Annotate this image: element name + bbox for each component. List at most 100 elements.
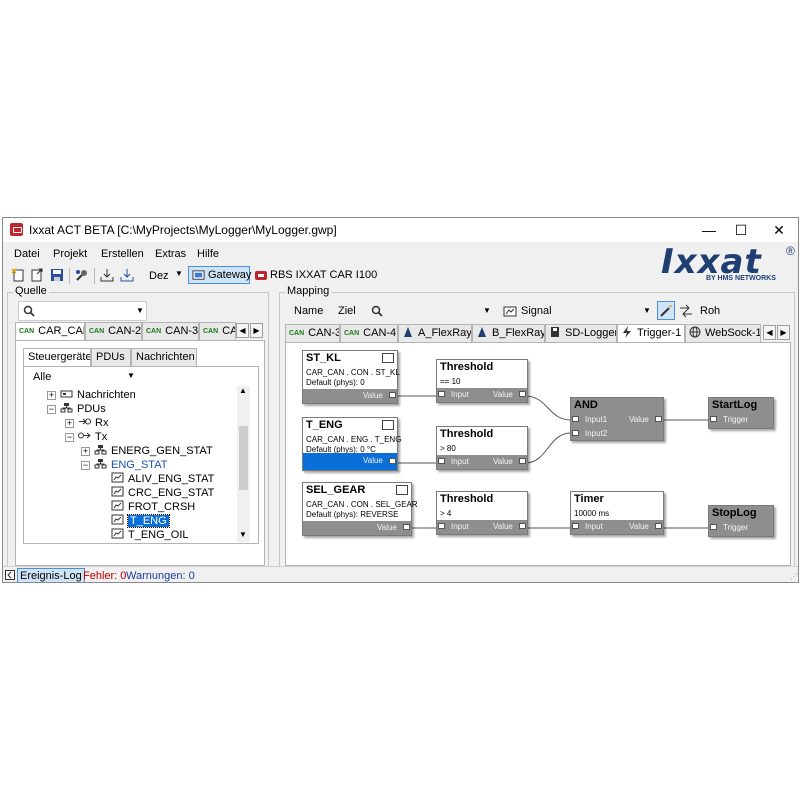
input-port[interactable] bbox=[572, 430, 579, 436]
minimize-button[interactable]: — bbox=[691, 218, 727, 242]
tab-scroll-left-button[interactable]: ◀ bbox=[236, 323, 249, 338]
output-port[interactable] bbox=[519, 458, 526, 464]
event-log-tab[interactable]: Ereignis-Log bbox=[17, 568, 85, 582]
expander-icon[interactable]: − bbox=[65, 433, 74, 442]
save-icon[interactable] bbox=[50, 268, 64, 282]
output-port[interactable] bbox=[655, 523, 662, 529]
input-port[interactable] bbox=[438, 523, 445, 529]
input-port[interactable] bbox=[710, 416, 717, 422]
title-bar[interactable]: Ixxat ACT BETA [C:\MyProjects\MyLogger\M… bbox=[3, 218, 798, 242]
filter-select[interactable]: Alle ▼ bbox=[29, 369, 139, 385]
close-button[interactable]: ✕ bbox=[761, 218, 797, 242]
tab-can-3[interactable]: CAN CAN-3 bbox=[285, 324, 340, 342]
tab-car-can[interactable]: CANCAR_CAN bbox=[15, 322, 85, 341]
trigger-canvas[interactable]: ST_KL CAR_CAN . CON . ST_KL Default (phy… bbox=[285, 342, 791, 566]
output-port[interactable] bbox=[389, 458, 396, 464]
tree-item[interactable]: CRC_ENG_STAT bbox=[111, 486, 214, 500]
node-default-value: Default (phys): REVERSE bbox=[306, 510, 399, 519]
maximize-button[interactable]: ☐ bbox=[723, 218, 759, 242]
tab-websock-1[interactable]: WebSock-1 bbox=[685, 324, 761, 342]
signal-node-st-kl[interactable]: ST_KL CAR_CAN . CON . ST_KL Default (phy… bbox=[302, 350, 400, 404]
auto-layout-button[interactable] bbox=[657, 301, 675, 320]
expander-icon[interactable]: − bbox=[47, 405, 56, 414]
menu-erstellen[interactable]: Erstellen bbox=[101, 248, 144, 260]
tab-nachrichten[interactable]: Nachrichten bbox=[131, 348, 197, 366]
expander-icon[interactable]: + bbox=[65, 419, 74, 428]
upload-to-device-icon[interactable] bbox=[120, 268, 134, 282]
open-project-icon[interactable] bbox=[30, 268, 44, 282]
menu-projekt[interactable]: Projekt bbox=[53, 248, 87, 260]
new-project-icon[interactable] bbox=[11, 268, 25, 282]
expander-icon[interactable]: + bbox=[47, 391, 56, 400]
input-port[interactable] bbox=[710, 524, 717, 530]
signal-select[interactable]: Signal ▼ bbox=[501, 302, 654, 320]
format-select[interactable]: Dez ▼ bbox=[146, 267, 184, 284]
scrollbar-thumb[interactable] bbox=[239, 426, 248, 490]
expander-icon[interactable]: − bbox=[81, 461, 90, 470]
tree-item[interactable]: ALIV_ENG_STAT bbox=[111, 472, 214, 486]
gateway-button[interactable]: Gateway bbox=[188, 266, 251, 284]
tab-trigger-1[interactable]: Trigger-1 bbox=[617, 324, 685, 343]
tab-can-4[interactable]: CANCAN bbox=[199, 322, 236, 340]
menu-datei[interactable]: Datei bbox=[14, 248, 40, 260]
resize-grip-icon[interactable]: ⋰ bbox=[790, 572, 798, 581]
signal-node-sel-gear[interactable]: SEL_GEAR CAR_CAN . CON . SEL_GEAR Defaul… bbox=[302, 482, 418, 536]
tree-item[interactable]: + Nachrichten bbox=[47, 388, 136, 402]
tab-a-flexray[interactable]: A_FlexRay bbox=[398, 324, 472, 342]
output-port[interactable] bbox=[403, 524, 410, 530]
build-icon[interactable] bbox=[75, 268, 89, 282]
node-title: Threshold bbox=[440, 493, 494, 505]
tab-scroll-right-button[interactable]: ▶ bbox=[777, 325, 790, 340]
threshold-node-1[interactable]: Threshold == 10 Input Value bbox=[436, 359, 528, 403]
quelle-search[interactable]: ▼ bbox=[18, 301, 147, 321]
chevron-down-icon: ▼ bbox=[136, 306, 144, 315]
name-column-button[interactable]: Name bbox=[294, 305, 323, 317]
input-port[interactable] bbox=[438, 391, 445, 397]
threshold-node-3[interactable]: Threshold > 4 Input Value bbox=[436, 491, 528, 535]
tree-item[interactable]: T_ENG_OIL bbox=[111, 528, 189, 542]
swap-arrows-icon[interactable] bbox=[679, 304, 693, 318]
mapping-search[interactable]: ▼ bbox=[369, 302, 495, 320]
tab-scroll-left-button[interactable]: ◀ bbox=[763, 325, 776, 340]
ziel-column-button[interactable]: Ziel bbox=[338, 305, 356, 317]
tab-scroll-right-button[interactable]: ▶ bbox=[250, 323, 263, 338]
menu-hilfe[interactable]: Hilfe bbox=[197, 248, 219, 260]
tab-can-2[interactable]: CAN CAN-2 bbox=[85, 322, 142, 340]
tree-scrollbar[interactable]: ▲ ▼ bbox=[237, 386, 250, 542]
tree-item[interactable]: + ENERG_GEN_STAT bbox=[81, 444, 213, 458]
tab-can-3[interactable]: CAN CAN-3 bbox=[142, 322, 199, 340]
panel-toggle-icon[interactable] bbox=[5, 570, 15, 580]
output-port[interactable] bbox=[389, 392, 396, 398]
signal-node-t-eng[interactable]: T_ENG CAR_CAN . ENG . T_ENG Default (phy… bbox=[302, 417, 401, 471]
tab-b-flexray[interactable]: B_FlexRay bbox=[472, 324, 545, 342]
expander-icon[interactable]: + bbox=[81, 447, 90, 456]
input-port[interactable] bbox=[572, 416, 579, 422]
output-port[interactable] bbox=[655, 416, 662, 422]
tree-item[interactable]: − PDUs bbox=[47, 402, 106, 416]
output-port[interactable] bbox=[519, 523, 526, 529]
input-port[interactable] bbox=[572, 523, 579, 529]
and-node-body: Input1 Input2 Value bbox=[571, 413, 663, 442]
tree-item-selected[interactable]: T_ENG bbox=[111, 514, 170, 528]
tree-item[interactable]: − Tx bbox=[65, 430, 107, 444]
startlog-node[interactable]: StartLog Trigger bbox=[708, 397, 774, 429]
timer-node[interactable]: Timer 10000 ms Input Value bbox=[570, 491, 664, 535]
and-node[interactable]: AND Input1 Input2 Value bbox=[570, 397, 664, 441]
tree-item-label: ENERG_GEN_STAT bbox=[111, 445, 213, 457]
output-port[interactable] bbox=[519, 391, 526, 397]
scroll-down-icon[interactable]: ▼ bbox=[239, 530, 247, 539]
tab-pdus[interactable]: PDUs bbox=[91, 348, 131, 366]
tab-sd-logger[interactable]: SD-Logger bbox=[545, 324, 617, 342]
tree-item[interactable]: − ENG_STAT bbox=[81, 458, 167, 472]
input-port[interactable] bbox=[438, 458, 445, 464]
roh-button[interactable]: Roh bbox=[700, 305, 720, 317]
menu-extras[interactable]: Extras bbox=[155, 248, 186, 260]
stoplog-node[interactable]: StopLog Trigger bbox=[708, 505, 774, 537]
scroll-up-icon[interactable]: ▲ bbox=[239, 386, 247, 395]
threshold-node-2[interactable]: Threshold > 80 Input Value bbox=[436, 426, 528, 470]
tab-can-4[interactable]: CAN CAN-4 bbox=[340, 324, 398, 342]
tree-item[interactable]: + Rx bbox=[65, 416, 108, 430]
tab-steuergeraete[interactable]: Steuergeräte bbox=[23, 348, 91, 367]
tree-item[interactable]: FROT_CRSH bbox=[111, 500, 195, 514]
download-icon[interactable] bbox=[100, 268, 114, 282]
